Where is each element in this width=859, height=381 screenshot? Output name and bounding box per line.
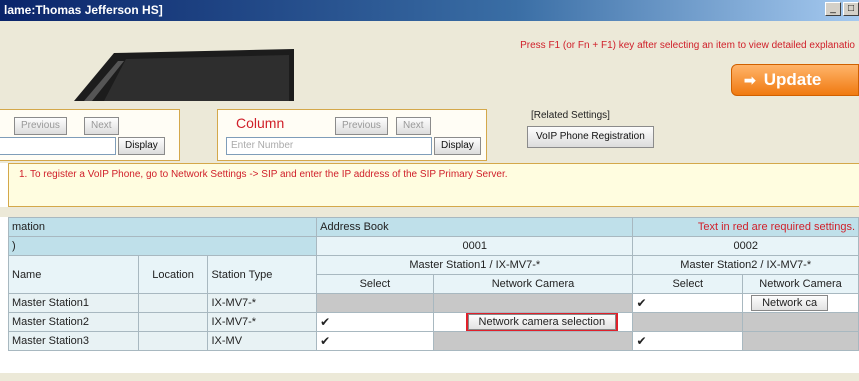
table-row: Master Station1 IX-MV7-* ✔ Network ca: [8, 293, 859, 313]
column-label: Column: [236, 115, 285, 131]
table-row: Master Station3 IX-MV ✔ ✔: [8, 331, 859, 351]
location-header: Location: [137, 255, 209, 294]
camera-header-2: Network Camera: [742, 274, 859, 294]
gap-strip: [0, 207, 859, 217]
column-previous-button[interactable]: Previous: [335, 117, 388, 135]
station-type: IX-MV7-*: [207, 312, 318, 332]
select-cell[interactable]: ✔: [632, 331, 744, 351]
related-settings-label: [Related Settings]: [531, 110, 610, 121]
navigation-controls: Previous Next Display Column Previous Ne…: [0, 101, 859, 163]
notice-box: 1. To register a VoIP Phone, go to Netwo…: [8, 163, 859, 207]
column-station-1: Master Station1 / IX-MV7-*: [316, 255, 634, 275]
voip-registration-button[interactable]: VoIP Phone Registration: [527, 126, 654, 148]
station-info-subheader: ): [7, 236, 318, 256]
update-button[interactable]: ➡ Update: [731, 64, 859, 96]
station-info-header: mation: [7, 217, 318, 237]
camera-cell: Network ca: [742, 293, 859, 313]
station-name: Master Station3: [8, 331, 139, 351]
station-name: Master Station1: [8, 293, 139, 313]
column-station-2: Master Station2 / IX-MV7-*: [632, 255, 859, 275]
required-settings-note: Text in red are required settings.: [632, 217, 859, 237]
column-next-button[interactable]: Next: [396, 117, 431, 135]
minimize-button[interactable]: _: [825, 2, 841, 16]
station-location: [137, 312, 209, 332]
select-cell: [316, 293, 434, 313]
column-id-0002: 0002: [632, 236, 859, 256]
camera-cell: Network camera selection: [432, 312, 634, 332]
arrow-right-icon: ➡: [744, 71, 756, 88]
station-type: IX-MV: [207, 331, 318, 351]
address-book-grid: mation Address Book Text in red are requ…: [7, 217, 859, 351]
select-header-1: Select: [316, 274, 434, 294]
update-label: Update: [763, 70, 822, 89]
station-type: IX-MV7-*: [207, 293, 318, 313]
select-cell[interactable]: ✔: [632, 293, 744, 313]
select-cell[interactable]: ✔: [316, 331, 434, 351]
row-display-button[interactable]: Display: [118, 137, 165, 155]
device-image: [74, 49, 294, 101]
column-id-0001: 0001: [316, 236, 634, 256]
address-book-header: Address Book: [316, 217, 634, 237]
camera-header-1: Network Camera: [432, 274, 634, 294]
station-type-header: Station Type: [207, 255, 318, 294]
row-number-input[interactable]: [0, 137, 116, 155]
row-next-button[interactable]: Next: [84, 117, 119, 135]
f1-help-note: Press F1 (or Fn + F1) key after selectin…: [520, 40, 855, 51]
maximize-button[interactable]: □: [843, 2, 859, 16]
station-location: [137, 331, 209, 351]
station-name: Master Station2: [8, 312, 139, 332]
camera-cell: [432, 293, 634, 313]
select-cell[interactable]: ✔: [316, 312, 434, 332]
column-display-button[interactable]: Display: [434, 137, 481, 155]
camera-cell: [742, 331, 859, 351]
bottom-strip: [0, 373, 859, 381]
network-camera-selection-button[interactable]: Network camera selection: [465, 313, 619, 331]
select-cell: [632, 312, 744, 332]
window-titlebar: lame:Thomas Jefferson HS] _ □: [0, 0, 859, 21]
network-camera-button[interactable]: Network ca: [751, 295, 829, 311]
window-controls: _ □: [825, 2, 859, 16]
camera-cell: [742, 312, 859, 332]
table-row: Master Station2 IX-MV7-* ✔ Network camer…: [8, 312, 859, 332]
station-location: [137, 293, 209, 313]
notice-text: 1. To register a VoIP Phone, go to Netwo…: [19, 169, 508, 180]
name-header: Name: [8, 255, 139, 294]
camera-cell: [432, 331, 634, 351]
column-number-input[interactable]: Enter Number: [226, 137, 432, 155]
row-previous-button[interactable]: Previous: [14, 117, 67, 135]
select-header-2: Select: [632, 274, 744, 294]
window-title: lame:Thomas Jefferson HS]: [4, 3, 163, 17]
